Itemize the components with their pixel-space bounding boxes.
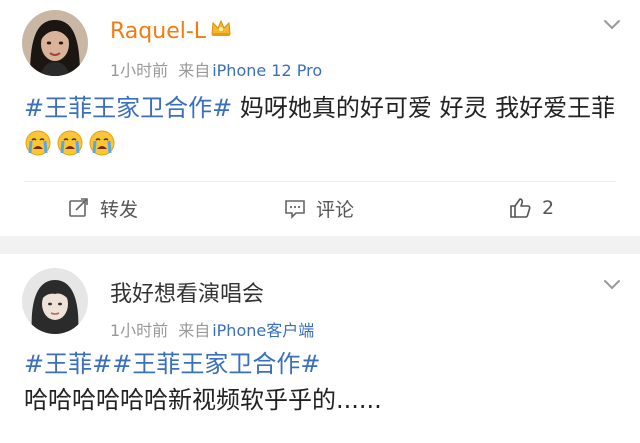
post-time: 1小时前 [110, 321, 169, 340]
username-text[interactable]: Raquel-L [110, 19, 206, 44]
weibo-post: 我好想看演唱会 1小时前 来自 iPhone客户端 #王菲##王菲王家卫合作# 哈哈… [0, 254, 640, 443]
thumbs-up-icon [510, 198, 531, 218]
repost-icon [69, 198, 88, 217]
post-content: #王菲王家卫合作# 妈呀她真的好可爱 好灵 我好爱王菲 [24, 90, 620, 162]
source-prefix: 来自 [178, 321, 211, 340]
repost-label: 转发 [100, 198, 139, 221]
crown-icon [210, 18, 232, 46]
post-meta: 1小时前 来自 iPhone 12 Pro [110, 57, 322, 81]
client-name: iPhone 12 Pro [212, 61, 323, 80]
username-text[interactable]: 我好想看演唱会 [110, 282, 264, 307]
repost-button[interactable]: 转发 [68, 193, 138, 223]
post-separator [0, 236, 640, 254]
source-prefix: 来自 [178, 61, 211, 80]
topic-link[interactable]: #王菲王家卫合作# [112, 350, 320, 378]
divider [24, 181, 616, 182]
avatar[interactable] [22, 268, 88, 334]
crying-emoji-icon [56, 129, 84, 157]
post-meta: 1小时前 来自 iPhone客户端 [110, 317, 314, 341]
chevron-down-icon[interactable] [602, 18, 622, 32]
post-content: #王菲##王菲王家卫合作# 哈哈哈哈哈哈新视频软乎乎的...... [24, 346, 620, 418]
like-count: 2 [542, 197, 555, 219]
comment-label: 评论 [316, 198, 355, 221]
comment-button[interactable]: 评论 [284, 193, 354, 223]
comment-icon [285, 200, 305, 219]
crying-emoji-icon [88, 129, 116, 157]
post-text: 哈哈哈哈哈哈新视频软乎乎的...... [24, 386, 382, 414]
chevron-down-icon[interactable] [602, 278, 622, 292]
weibo-post: Raquel-L 1小时前 来自 iPhone 12 Pro #王菲王家卫合作# 妈… [0, 0, 640, 236]
like-button[interactable]: 2 [508, 193, 554, 223]
avatar[interactable] [22, 10, 88, 76]
client-name: iPhone客户端 [212, 321, 315, 340]
username[interactable]: Raquel-L [110, 18, 232, 46]
topic-link[interactable]: #王菲王家卫合作# [24, 94, 232, 122]
post-text: 妈呀她真的好可爱 好灵 我好爱王菲 [232, 94, 616, 122]
crying-emoji-icon [24, 129, 52, 157]
username[interactable]: 我好想看演唱会 [110, 281, 264, 309]
topic-link[interactable]: #王菲# [24, 350, 112, 378]
post-time: 1小时前 [110, 61, 169, 80]
